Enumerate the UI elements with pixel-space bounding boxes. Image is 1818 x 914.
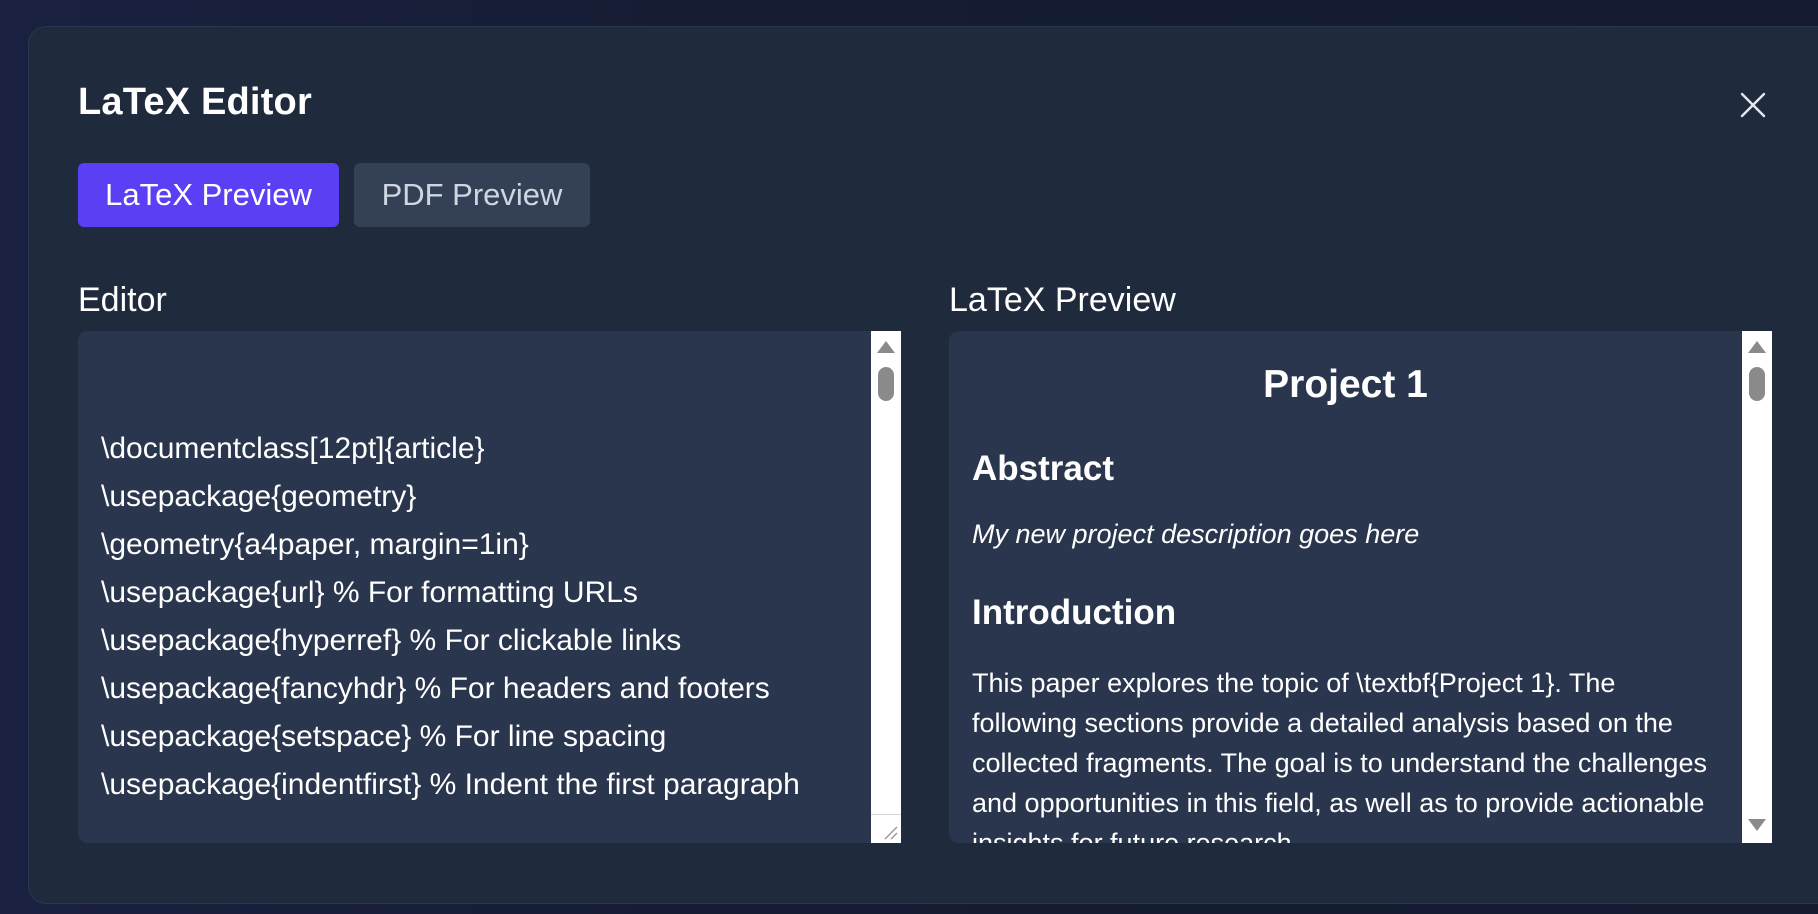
latex-preview-panel: Project 1 Abstract My new project descri… (949, 331, 1772, 843)
dialog-title: LaTeX Editor (78, 81, 312, 123)
preview-abstract-text: My new project description goes here (972, 519, 1420, 549)
latex-source-textarea[interactable]: \documentclass[12pt]{article} \usepackag… (78, 331, 901, 843)
preview-introduction-heading: Introduction (972, 593, 1177, 632)
editor-content[interactable]: \documentclass[12pt]{article} \usepackag… (101, 377, 861, 809)
scrollbar-thumb[interactable] (1749, 367, 1765, 401)
editor-heading: Editor (78, 281, 167, 319)
preview-scrollbar[interactable] (1742, 331, 1772, 843)
preview-heading: LaTeX Preview (949, 281, 1176, 319)
latex-editor-dialog: LaTeX Editor LaTeX Preview PDF Preview E… (28, 26, 1818, 904)
editor-scrollbar[interactable] (871, 331, 901, 843)
tab-latex-preview[interactable]: LaTeX Preview (78, 163, 339, 227)
close-button[interactable] (1735, 87, 1771, 123)
preview-document-title: Project 1 (1263, 363, 1428, 406)
close-icon (1740, 92, 1766, 118)
scroll-down-arrow-icon[interactable] (1748, 819, 1766, 831)
scroll-up-arrow-icon[interactable] (877, 341, 895, 353)
scrollbar-thumb[interactable] (878, 367, 894, 401)
tab-pdf-preview[interactable]: PDF Preview (354, 163, 590, 227)
scroll-up-arrow-icon[interactable] (1748, 341, 1766, 353)
preview-abstract-heading: Abstract (972, 449, 1114, 488)
resize-handle-icon[interactable] (871, 814, 901, 843)
preview-introduction-text: This paper explores the topic of \textbf… (972, 668, 1707, 843)
